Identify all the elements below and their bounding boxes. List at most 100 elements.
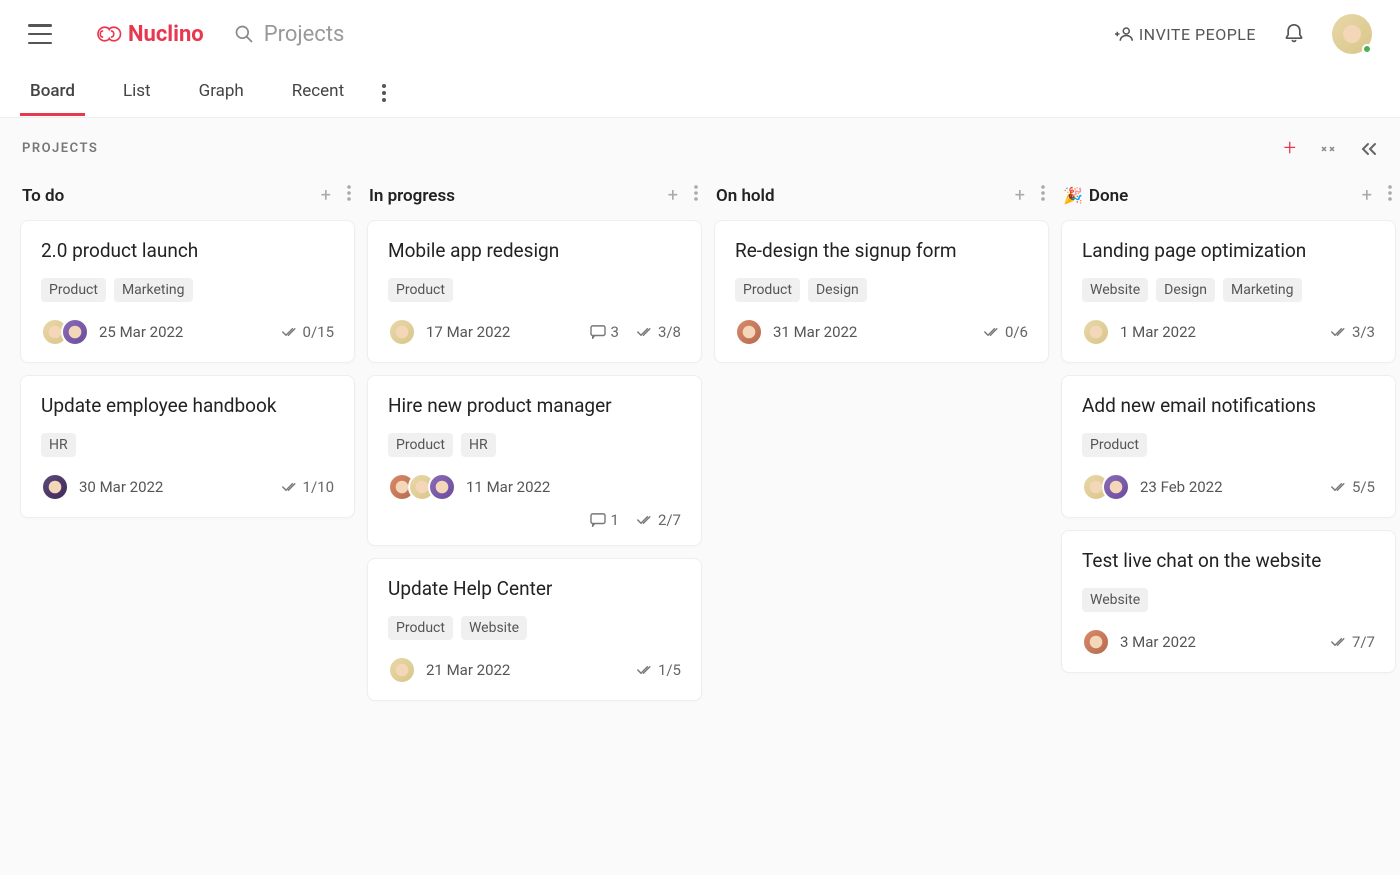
assignees [388,656,416,684]
card-tags: ProductMarketing [41,278,334,302]
card-title: Test live chat on the website [1082,549,1375,572]
card[interactable]: Add new email notifications Product 23 Feb… [1061,375,1396,518]
assignee-avatar [388,656,416,684]
assignees [41,473,69,501]
assignees [1082,318,1110,346]
card-date: 23 Feb 2022 [1140,478,1223,496]
card-tags: Website [1082,588,1375,612]
tag: Marketing [114,278,193,302]
card-date: 11 Mar 2022 [466,478,550,496]
user-avatar[interactable] [1332,14,1372,54]
assignees [41,318,89,346]
card[interactable]: Hire new product manager ProductHR 11 Mar … [367,375,702,546]
tag: Product [388,433,453,457]
assignee-avatar [428,473,456,501]
add-card-icon[interactable]: + [1015,185,1025,206]
card-title: Hire new product manager [388,394,681,417]
card[interactable]: Test live chat on the website Website 3 Ma… [1061,530,1396,673]
assignee-avatar [1082,628,1110,656]
column-more-icon[interactable] [1388,185,1392,206]
tag: Product [1082,433,1147,457]
column-title: In progress [369,186,455,206]
card-title: Update Help Center [388,577,681,600]
tasks-count: 1/10 [282,478,334,496]
add-card-icon[interactable]: + [668,185,678,206]
assignee-avatar [388,318,416,346]
tab-board[interactable]: Board [20,69,85,116]
assignee-avatar [61,318,89,346]
column-emoji: 🎉 [1063,186,1083,205]
presence-indicator [1362,44,1372,54]
assignees [1082,628,1110,656]
notifications-icon[interactable] [1284,23,1304,45]
card-date: 3 Mar 2022 [1120,633,1196,651]
card-tags: Product [1082,433,1375,457]
card[interactable]: Update Help Center ProductWebsite 21 Mar 2… [367,558,702,701]
card-tags: HR [41,433,334,457]
assignees [388,473,456,501]
tasks-count: 1/5 [637,661,681,679]
card[interactable]: Update employee handbook HR 30 Mar 2022 1/1… [20,375,355,518]
invite-people-button[interactable]: INVITE PEOPLE [1115,25,1256,44]
card-title: Mobile app redesign [388,239,681,262]
brand-logo[interactable]: Nuclino [92,22,204,47]
tag: Product [735,278,800,302]
card-title: Add new email notifications [1082,394,1375,417]
card-date: 30 Mar 2022 [79,478,163,496]
column-to-do: To do +2.0 product launch ProductMarketing… [20,179,355,713]
tab-recent[interactable]: Recent [282,69,354,116]
tab-list[interactable]: List [113,69,161,116]
tasks-count: 3/3 [1331,323,1375,341]
menu-icon[interactable] [28,24,52,44]
add-card-icon[interactable]: + [321,185,331,206]
card-title: Update employee handbook [41,394,334,417]
tasks-count: 0/6 [984,323,1028,341]
column-more-icon[interactable] [694,185,698,206]
card[interactable]: 2.0 product launch ProductMarketing 25 Mar… [20,220,355,363]
add-column-icon[interactable]: + [1284,136,1296,161]
collapse-icon[interactable] [1320,141,1336,157]
card-title: Landing page optimization [1082,239,1375,262]
kanban-board: To do+2.0 product launchProductMarketing… [0,171,1400,713]
card-tags: ProductWebsite [388,616,681,640]
board-header: PROJECTS + [0,118,1400,171]
column-more-icon[interactable] [347,185,351,206]
brand-name: Nuclino [128,22,204,47]
card-tags: ProductHR [388,433,681,457]
comments-count: 1 [590,511,619,529]
card-date: 21 Mar 2022 [426,661,510,679]
tasks-count: 7/7 [1331,633,1375,651]
card[interactable]: Re-design the signup formProductDesign31… [714,220,1049,363]
column-title: To do [22,186,64,206]
tasks-count: 3/8 [637,323,681,341]
tag: Website [1082,588,1148,612]
more-icon[interactable] [382,84,386,102]
tag: HR [41,433,76,457]
add-card-icon[interactable]: + [1362,185,1372,206]
tag: Design [808,278,867,302]
search-placeholder: Projects [264,22,345,47]
card[interactable]: Mobile app redesignProduct17 Mar 202233/… [367,220,702,363]
card-date: 25 Mar 2022 [99,323,183,341]
search-box[interactable]: Projects [234,22,345,47]
card-date: 31 Mar 2022 [773,323,857,341]
card-date: 1 Mar 2022 [1120,323,1196,341]
card-tags: Product [388,278,681,302]
assignees [388,318,416,346]
column-more-icon[interactable] [1041,185,1045,206]
board-title: PROJECTS [22,141,98,156]
app-header: Nuclino Projects INVITE PEOPLE [0,0,1400,68]
tab-graph[interactable]: Graph [189,69,254,116]
hide-sidebar-icon[interactable] [1360,142,1378,156]
tasks-count: 0/15 [282,323,334,341]
assignee-avatar [1102,473,1130,501]
card[interactable]: Landing page optimization WebsiteDesignMa… [1061,220,1396,363]
assignee-avatar [41,473,69,501]
tasks-count: 2/7 [637,511,681,529]
comments-count: 3 [590,323,619,341]
card-title: 2.0 product launch [41,239,334,262]
column-title: 🎉Done [1063,186,1128,206]
tag: Website [1082,278,1148,302]
column-on-hold: On hold+Re-design the signup formProduct… [714,179,1049,713]
card-tags: WebsiteDesignMarketing [1082,278,1375,302]
